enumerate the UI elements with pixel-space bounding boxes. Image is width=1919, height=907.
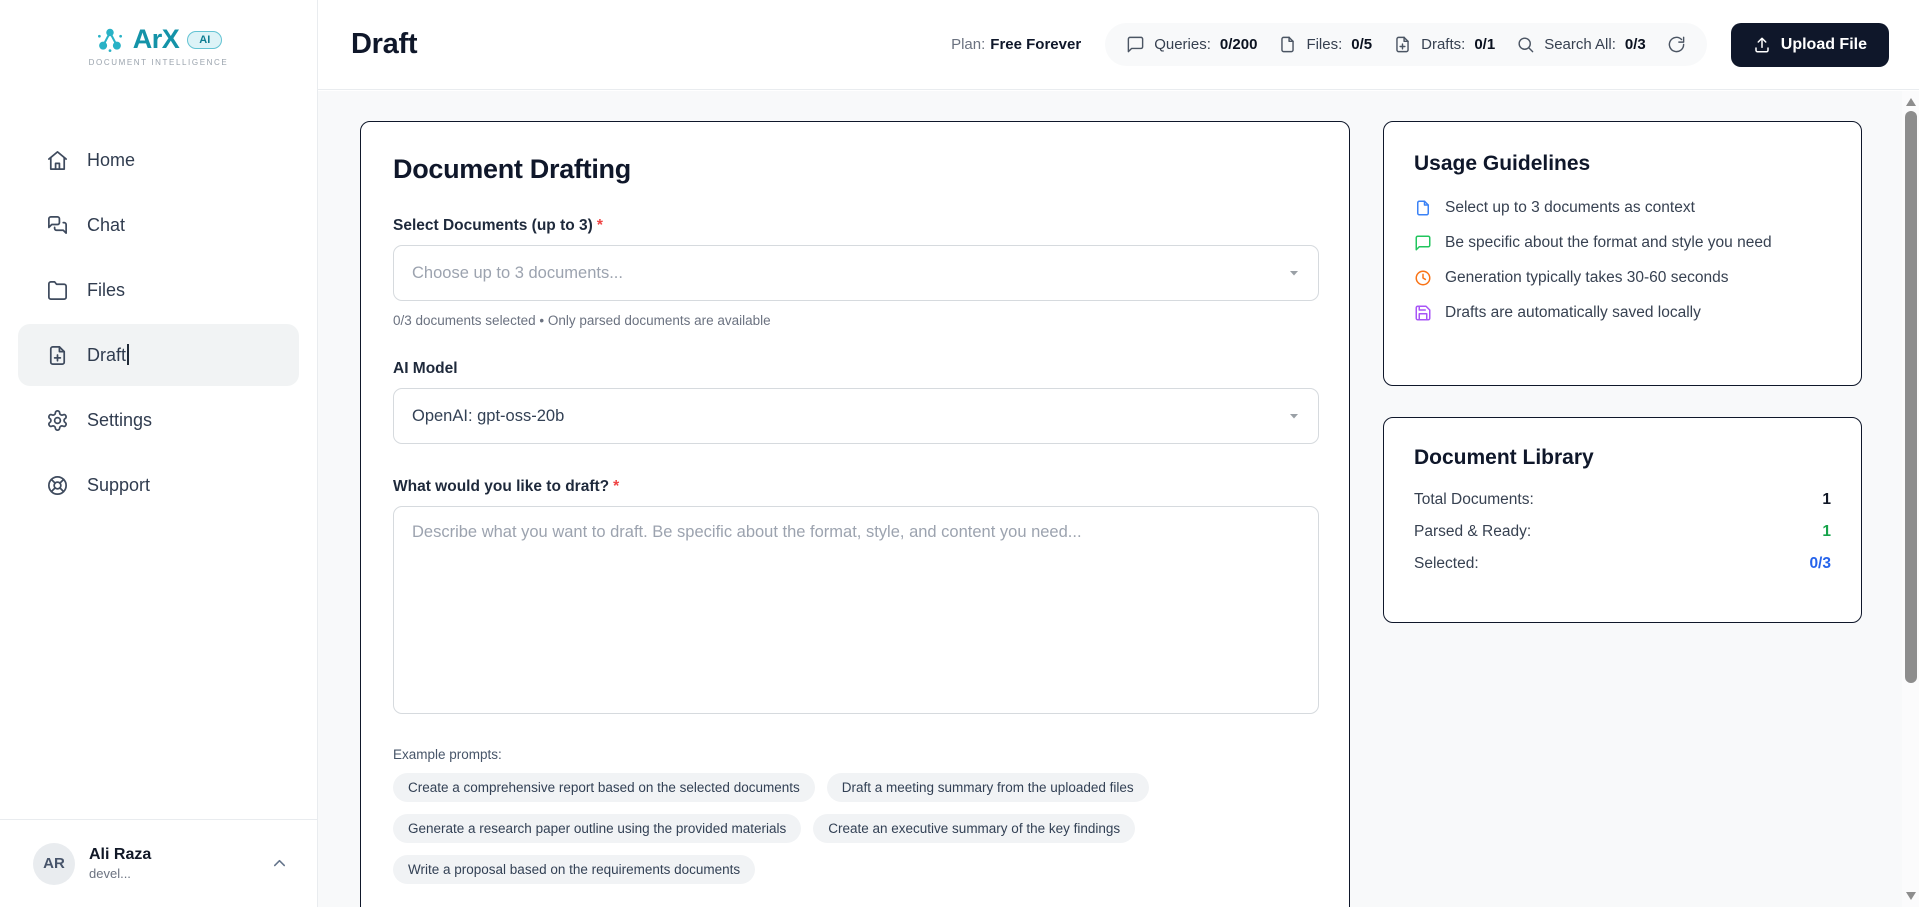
brand-logo: ArX AI DOCUMENT INTELLIGENCE [0, 0, 317, 67]
library-row-total: Total Documents: 1 [1414, 491, 1831, 508]
documents-helper-text: 0/3 documents selected • Only parsed doc… [393, 313, 771, 328]
file-icon [1278, 35, 1297, 54]
stat-queries: Queries: 0/200 [1126, 35, 1257, 54]
ai-badge: AI [187, 30, 223, 49]
document-library-title: Document Library [1414, 446, 1594, 469]
example-prompt-chip[interactable]: Draft a meeting summary from the uploade… [826, 773, 1149, 802]
example-prompts: Create a comprehensive report based on t… [393, 773, 1273, 884]
chat-icon [46, 214, 69, 237]
user-menu[interactable]: AR Ali Raza devel... [0, 819, 317, 907]
library-row-selected: Selected: 0/3 [1414, 555, 1831, 572]
library-row-parsed: Parsed & Ready: 1 [1414, 523, 1831, 540]
form-title: Document Drafting [393, 154, 631, 184]
file-plus-icon [46, 344, 69, 367]
stat-drafts: Drafts: 0/1 [1393, 35, 1495, 54]
sidebar-item-chat[interactable]: Chat [18, 194, 299, 256]
header: Draft Plan: Free Forever Queries: 0/200 Fi… [318, 0, 1919, 90]
guideline-item: Be specific about the format and style y… [1414, 234, 1831, 252]
lifebuoy-icon [46, 474, 69, 497]
sidebar-item-settings[interactable]: Settings [18, 389, 299, 451]
sidebar-item-label: Files [87, 279, 126, 300]
file-plus-icon [1393, 35, 1412, 54]
chevron-up-icon[interactable] [270, 854, 289, 873]
brand-name: ArX [132, 24, 180, 54]
example-prompt-chip[interactable]: Create a comprehensive report based on t… [393, 773, 815, 802]
chevron-down-icon [1288, 410, 1300, 422]
upload-file-button[interactable]: Upload File [1730, 22, 1889, 67]
document-library-card: Document Library Total Documents: 1 Pars… [1383, 417, 1862, 623]
sidebar-item-label: Home [87, 149, 136, 170]
select-documents-label: Select Documents (up to 3) * [393, 217, 603, 234]
library-value-selected: 0/3 [1809, 555, 1831, 572]
refresh-icon[interactable] [1667, 35, 1686, 54]
sidebar-item-support[interactable]: Support [18, 454, 299, 516]
sidebar-item-home[interactable]: Home [18, 129, 299, 191]
ai-model-select[interactable]: OpenAI: gpt-oss-20b [393, 388, 1319, 444]
avatar: AR [33, 842, 75, 885]
gear-icon [46, 409, 69, 432]
plan-info: Plan: Free Forever [951, 36, 1082, 53]
sidebar-item-files[interactable]: Files [18, 259, 299, 321]
library-value-total: 1 [1822, 491, 1831, 508]
sidebar: ArX AI DOCUMENT INTELLIGENCE Home Chat F… [0, 0, 318, 907]
example-prompts-label: Example prompts: [393, 747, 502, 762]
scrollbar-thumb[interactable] [1904, 111, 1917, 683]
documents-select[interactable]: Choose up to 3 documents... [393, 245, 1319, 301]
upload-icon [1753, 36, 1771, 54]
save-icon [1414, 304, 1432, 322]
example-prompt-chip[interactable]: Write a proposal based on the requiremen… [393, 855, 756, 884]
plan-value: Free Forever [990, 36, 1082, 53]
guideline-item: Drafts are automatically saved locally [1414, 304, 1831, 322]
folder-icon [46, 279, 69, 302]
sidebar-item-label: Draft [87, 344, 129, 366]
scroll-down-arrow-icon[interactable] [1902, 889, 1919, 903]
brand-tagline: DOCUMENT INTELLIGENCE [88, 58, 229, 67]
required-asterisk: * [596, 217, 603, 234]
prompt-textarea[interactable] [393, 506, 1319, 714]
usage-stats-pill: Queries: 0/200 Files: 0/5 Drafts: 0/1 Searc… [1105, 23, 1707, 66]
user-name: Ali Raza [89, 846, 152, 863]
usage-guidelines-card: Usage Guidelines Select up to 3 document… [1383, 121, 1862, 386]
text-caret [127, 344, 129, 365]
sidebar-nav: Home Chat Files Draft Settings Support [18, 129, 299, 519]
chat-bubble-icon [1414, 234, 1432, 252]
ai-model-label: AI Model [393, 360, 458, 377]
ai-model-value: OpenAI: gpt-oss-20b [412, 406, 565, 425]
library-value-parsed: 1 [1822, 523, 1831, 540]
example-prompt-chip[interactable]: Generate a research paper outline using … [393, 814, 802, 843]
document-drafting-card: Document Drafting Select Documents (up t… [360, 121, 1350, 907]
usage-guidelines-title: Usage Guidelines [1414, 152, 1591, 175]
stat-files: Files: 0/5 [1278, 35, 1372, 54]
sidebar-item-draft[interactable]: Draft [18, 324, 299, 386]
scroll-up-arrow-icon[interactable] [1902, 95, 1919, 109]
prompt-label: What would you like to draft? * [393, 478, 620, 495]
sidebar-item-label: Chat [87, 214, 126, 235]
sidebar-item-label: Settings [87, 409, 153, 430]
main-content: Document Drafting Select Documents (up t… [318, 91, 1919, 907]
search-icon [1516, 35, 1535, 54]
guideline-item: Select up to 3 documents as context [1414, 199, 1831, 217]
chat-bubble-icon [1126, 35, 1145, 54]
clock-icon [1414, 269, 1432, 287]
required-asterisk: * [613, 478, 620, 495]
chevron-down-icon [1288, 267, 1300, 279]
example-prompt-chip[interactable]: Create an executive summary of the key f… [813, 814, 1136, 843]
page-title: Draft [351, 28, 418, 60]
file-icon [1414, 199, 1432, 217]
user-role: devel... [89, 866, 131, 881]
documents-select-placeholder: Choose up to 3 documents... [412, 263, 623, 282]
molecule-logo-icon [95, 25, 125, 55]
sidebar-item-label: Support [87, 474, 151, 495]
stat-search-all: Search All: 0/3 [1516, 35, 1646, 54]
guideline-item: Generation typically takes 30-60 seconds [1414, 269, 1831, 287]
vertical-scrollbar[interactable] [1902, 91, 1919, 907]
home-icon [46, 149, 69, 172]
